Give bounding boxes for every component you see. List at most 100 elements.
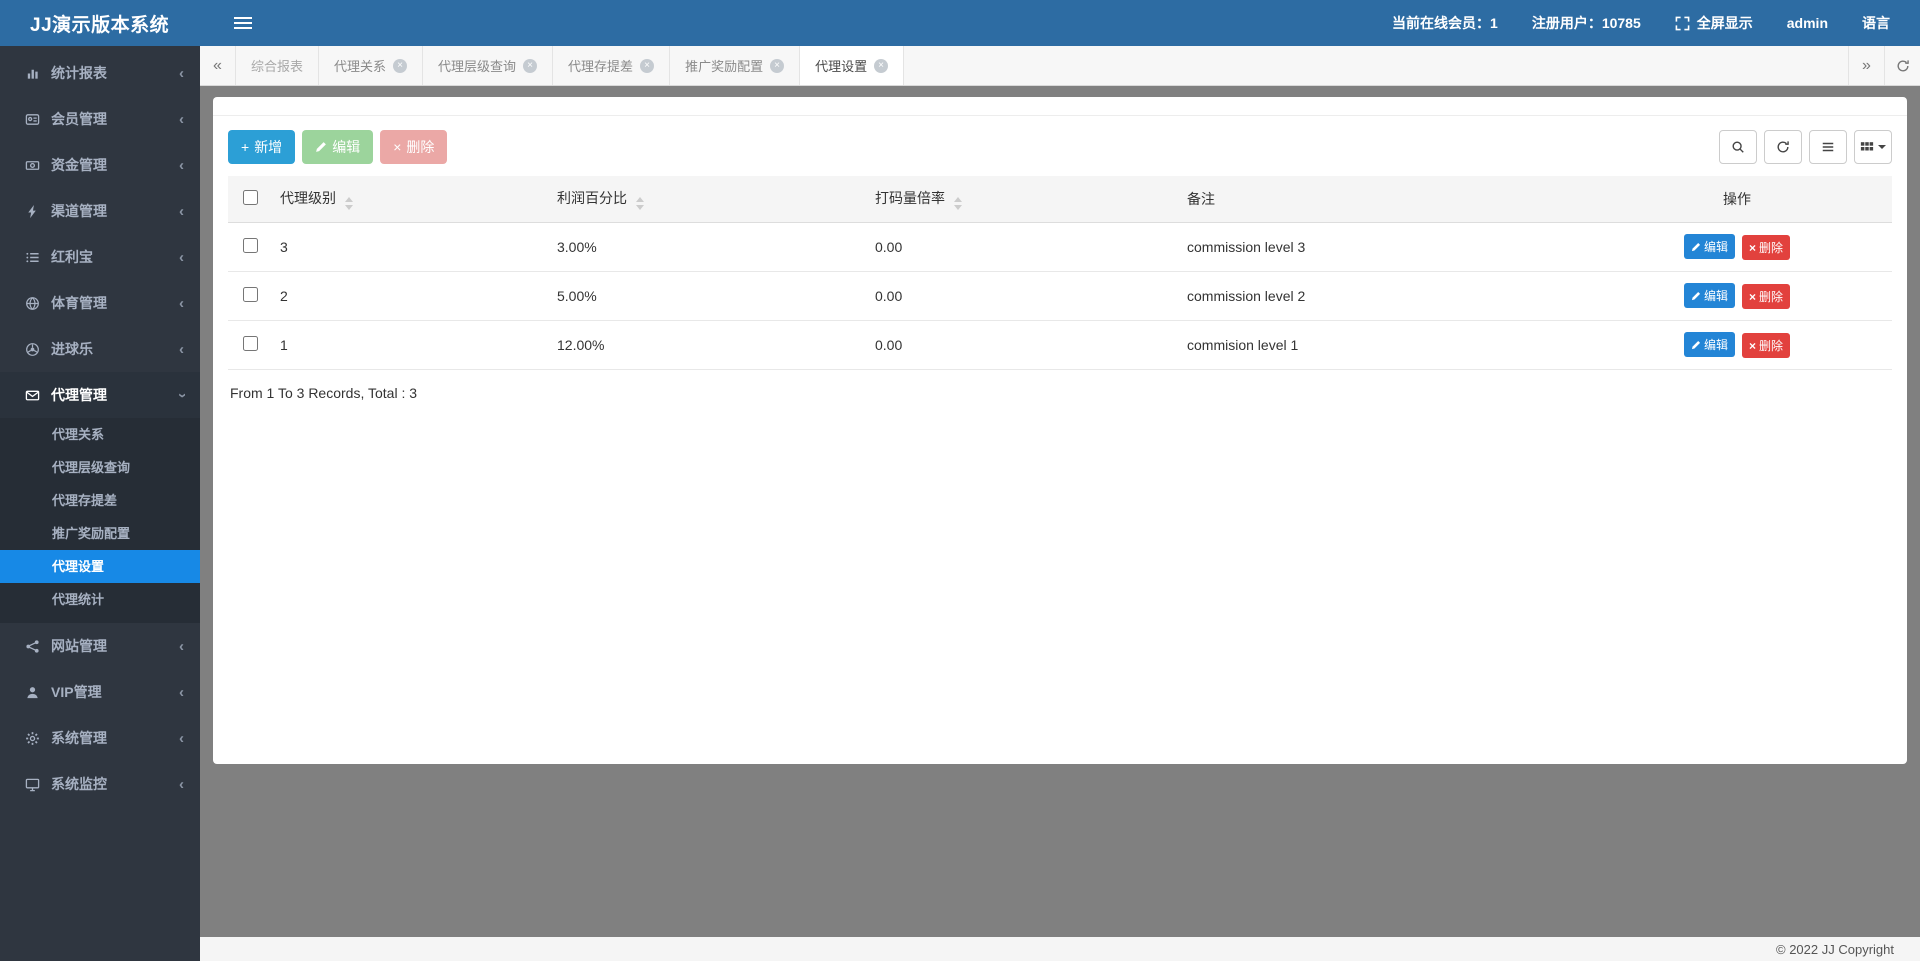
- main-panel: + 新增 编辑 × 删除 代理级别 利润百分比 打码量倍率 备注 操作 3 3.…: [213, 97, 1907, 764]
- column-header-profit[interactable]: 利润百分比: [549, 176, 867, 223]
- column-header-ops: 操作: [1582, 176, 1892, 223]
- sidebar-item-vip-mgmt[interactable]: VIP管理 ‹: [0, 669, 200, 715]
- bar-chart-icon: [24, 66, 40, 81]
- chevron-left-icon: ‹: [179, 775, 184, 793]
- row-edit-button[interactable]: 编辑: [1684, 283, 1736, 308]
- tab-close-icon[interactable]: ×: [874, 58, 889, 73]
- sort-icon: [636, 197, 644, 210]
- sidebar-item-channel-mgmt[interactable]: 渠道管理 ‹: [0, 188, 200, 234]
- row-edit-label: 编辑: [1704, 338, 1729, 352]
- list-icon: [24, 250, 40, 265]
- submenu-item-promo-reward-config[interactable]: 推广奖励配置: [0, 517, 200, 550]
- submenu-item-agent-deposit-diff[interactable]: 代理存提差: [0, 484, 200, 517]
- sort-icon: [954, 197, 962, 210]
- refresh-icon: [1897, 59, 1909, 71]
- tab-label: 综合报表: [251, 59, 304, 74]
- row-edit-button[interactable]: 编辑: [1684, 332, 1736, 357]
- tab-summary-report[interactable]: 综合报表: [236, 46, 320, 85]
- tab-label: 代理关系: [334, 59, 387, 74]
- column-header-wager[interactable]: 打码量倍率: [867, 176, 1179, 223]
- tab-bar: « 综合报表 代理关系 × 代理层级查询 × 代理存提差 × 推广奖励配置 × …: [200, 46, 1920, 86]
- table-header-row: 代理级别 利润百分比 打码量倍率 备注 操作: [228, 176, 1892, 223]
- tab-promo-reward-config[interactable]: 推广奖励配置 ×: [670, 46, 801, 85]
- search-icon: [1732, 141, 1744, 153]
- sidebar-item-agent-mgmt[interactable]: 代理管理 ‹: [0, 372, 200, 418]
- tab-close-icon[interactable]: ×: [770, 58, 785, 73]
- row-delete-button[interactable]: × 删除: [1741, 333, 1790, 358]
- app-brand: JJ演示版本系统: [30, 14, 170, 36]
- caret-down-icon: [1878, 145, 1886, 149]
- toggle-view-button[interactable]: [1809, 130, 1847, 164]
- sidebar-item-funds-mgmt[interactable]: 资金管理 ‹: [0, 142, 200, 188]
- delete-button[interactable]: × 删除: [380, 130, 448, 164]
- sidebar-item-label: 会员管理: [51, 111, 107, 127]
- column-header-level[interactable]: 代理级别: [272, 176, 549, 223]
- row-checkbox[interactable]: [242, 238, 258, 253]
- search-button[interactable]: [1719, 130, 1757, 164]
- tab-close-icon[interactable]: ×: [523, 58, 538, 73]
- columns-button[interactable]: [1854, 130, 1892, 164]
- edit-button[interactable]: 编辑: [302, 130, 374, 164]
- sidebar-item-goal-fun[interactable]: 进球乐 ‹: [0, 326, 200, 372]
- soccer-ball-icon: [24, 342, 40, 357]
- sidebar-item-label: 渠道管理: [51, 203, 107, 219]
- chevron-left-icon: ‹: [179, 156, 184, 174]
- pencil-icon: [1691, 291, 1701, 300]
- sidebar-item-label: 资金管理: [51, 157, 107, 173]
- language-menu[interactable]: 语言: [1862, 13, 1890, 33]
- sidebar-item-bonus[interactable]: 红利宝 ‹: [0, 234, 200, 280]
- fullscreen-icon: [1675, 16, 1690, 30]
- row-checkbox[interactable]: [242, 287, 258, 302]
- column-header-label: 代理级别: [280, 190, 336, 206]
- sidebar-toggle-icon[interactable]: [234, 17, 252, 29]
- submenu-item-agent-statistics[interactable]: 代理统计: [0, 583, 200, 616]
- cell-wager: 0.00: [867, 320, 1179, 370]
- row-delete-label: 删除: [1758, 339, 1783, 353]
- online-members-status: 当前在线会员：1: [1392, 15, 1498, 31]
- sidebar-item-label: 代理管理: [51, 387, 107, 403]
- add-button[interactable]: + 新增: [228, 130, 296, 164]
- refresh-icon: [1777, 141, 1789, 153]
- tabs-scroll-left-button[interactable]: «: [200, 46, 236, 85]
- sidebar-item-website-mgmt[interactable]: 网站管理 ‹: [0, 623, 200, 669]
- refresh-table-button[interactable]: [1764, 130, 1802, 164]
- user-icon: [24, 685, 40, 700]
- tabs-scroll-right-button[interactable]: »: [1848, 46, 1884, 85]
- sidebar-item-system-mgmt[interactable]: 系统管理 ‹: [0, 715, 200, 761]
- tab-agent-settings[interactable]: 代理设置 ×: [800, 46, 905, 85]
- add-button-label: 新增: [254, 139, 283, 155]
- agent-submenu: 代理关系 代理层级查询 代理存提差 推广奖励配置 代理设置 代理统计: [0, 418, 200, 623]
- cell-remark: commision level 1: [1179, 320, 1582, 370]
- tab-close-icon[interactable]: ×: [393, 58, 408, 73]
- row-delete-button[interactable]: × 删除: [1741, 284, 1790, 309]
- select-all-checkbox[interactable]: [242, 190, 258, 205]
- query-form-collapsed: [213, 97, 1907, 116]
- submenu-item-agent-settings[interactable]: 代理设置: [0, 550, 200, 583]
- sidebar-item-system-monitor[interactable]: 系统监控 ‹: [0, 761, 200, 807]
- pencil-icon: [1691, 242, 1701, 251]
- row-checkbox[interactable]: [242, 336, 258, 351]
- tab-agent-relations[interactable]: 代理关系 ×: [319, 46, 424, 85]
- user-menu[interactable]: admin: [1787, 15, 1828, 31]
- sidebar-item-stat-reports[interactable]: 统计报表 ‹: [0, 50, 200, 96]
- sidebar-item-label: 红利宝: [51, 249, 93, 265]
- sidebar-item-member-mgmt[interactable]: 会员管理 ‹: [0, 96, 200, 142]
- tab-close-icon[interactable]: ×: [640, 58, 655, 73]
- sidebar-item-sports-mgmt[interactable]: 体育管理 ‹: [0, 280, 200, 326]
- submenu-item-agent-level-query[interactable]: 代理层级查询: [0, 451, 200, 484]
- chevron-left-icon: ‹: [179, 110, 184, 128]
- row-edit-button[interactable]: 编辑: [1684, 234, 1736, 259]
- pencil-icon: [316, 142, 327, 152]
- row-delete-button[interactable]: × 删除: [1741, 235, 1790, 260]
- tab-agent-deposit-diff[interactable]: 代理存提差 ×: [553, 46, 671, 85]
- columns-grid-icon: [1860, 142, 1874, 151]
- submenu-item-agent-relations[interactable]: 代理关系: [0, 418, 200, 451]
- chevron-left-icon: ‹: [179, 683, 184, 701]
- tabs-refresh-button[interactable]: [1884, 46, 1920, 85]
- tab-agent-level-query[interactable]: 代理层级查询 ×: [423, 46, 554, 85]
- cell-profit: 3.00%: [549, 222, 867, 272]
- fullscreen-button[interactable]: 全屏显示: [1675, 13, 1753, 33]
- edit-button-label: 编辑: [332, 139, 361, 155]
- banknote-icon: [24, 158, 40, 173]
- chevron-left-icon: ‹: [179, 202, 184, 220]
